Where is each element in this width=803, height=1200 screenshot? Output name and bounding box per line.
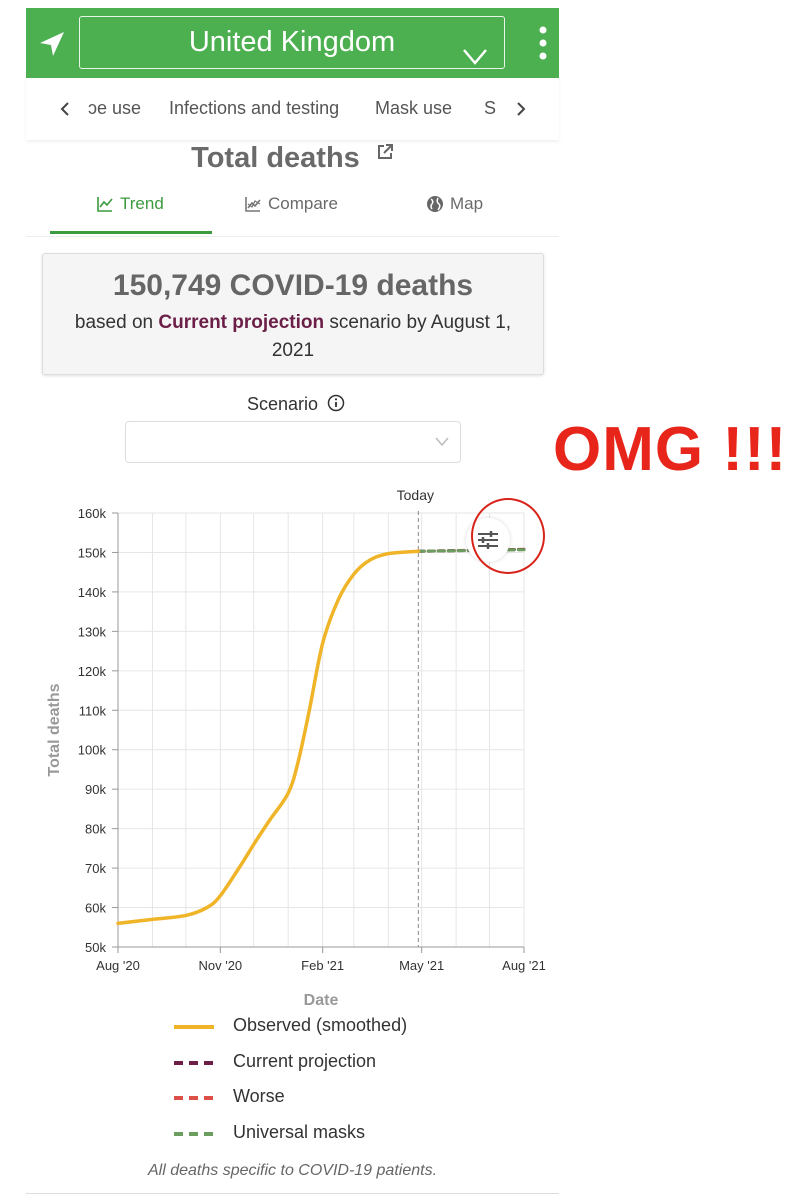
tab-infections-testing[interactable]: Infections and testing	[169, 98, 339, 119]
y-tick-label: 80k	[85, 822, 106, 837]
y-tick-label: 140k	[78, 585, 107, 600]
legend-item-current-projection[interactable]: Current projection	[174, 1047, 474, 1083]
y-tick-label: 130k	[78, 624, 107, 639]
y-tick-label: 110k	[79, 703, 107, 718]
total-deaths-chart: 50k 60k 70k 80k 90k 100k 110k 120k 130k 140k 150k 1…	[46, 487, 546, 1009]
page-title-text: Total deaths	[191, 142, 360, 174]
scenario-name: Current projection	[158, 312, 325, 333]
legend-label: Current projection	[233, 1051, 377, 1071]
highlight-circle	[471, 498, 545, 574]
summary-prefix: based on	[74, 312, 154, 333]
legend-swatch	[174, 1061, 214, 1065]
legend-item-universal-masks[interactable]: Universal masks	[174, 1118, 474, 1154]
chip-label: Worse	[255, 434, 299, 451]
x-tick-label: Aug '21	[502, 958, 546, 973]
info-icon[interactable]	[327, 394, 345, 412]
chip-label: Masks	[344, 434, 388, 451]
y-tick-label: 50k	[85, 940, 106, 955]
legend-item-worse[interactable]: Worse	[174, 1082, 474, 1118]
legend-item-observed[interactable]: Observed (smoothed)	[174, 1011, 474, 1047]
dropdown-chevron-icon[interactable]	[434, 434, 450, 448]
external-link-icon[interactable]	[376, 136, 394, 159]
summary-card: 150,749 COVID-19 deaths based on Current…	[42, 253, 544, 375]
scenario-label: Scenario	[26, 394, 566, 415]
tab-map-label: Map	[450, 194, 484, 213]
x-tick-label: Nov '20	[198, 958, 242, 973]
total-deaths-headline: 150,749 COVID-19 deaths	[112, 269, 474, 302]
chip-projection[interactable]: Projection ✕	[135, 430, 230, 456]
scenario-label-text: Scenario	[246, 394, 319, 414]
y-tick-label: 90k	[85, 782, 106, 797]
chip-masks[interactable]: Masks ✕	[338, 430, 410, 456]
remove-chip-icon[interactable]: ✕	[212, 434, 225, 451]
y-tick-label: 160k	[78, 506, 107, 521]
tab-trend-label: Trend	[120, 194, 164, 213]
compare-chart-icon	[245, 197, 261, 212]
remove-chip-icon[interactable]: ✕	[391, 434, 404, 451]
scenario-multiselect[interactable]: Projection ✕ Worse ✕ Masks ✕	[125, 421, 461, 463]
trend-icon	[97, 197, 113, 212]
divider	[26, 236, 559, 237]
more-vert-icon[interactable]	[537, 26, 549, 60]
omg-annotation: OMG !!!	[553, 415, 788, 484]
remove-chip-icon[interactable]: ✕	[302, 434, 315, 451]
tab-compare[interactable]: Compare	[244, 194, 338, 214]
legend-label: Observed (smoothed)	[233, 1015, 408, 1035]
divider	[26, 1193, 559, 1194]
chevron-down-icon	[462, 33, 488, 65]
x-tick-label: May '21	[399, 958, 444, 973]
x-axis-label: Date	[304, 992, 339, 1009]
y-axis-label: Total deaths	[46, 683, 63, 776]
tab-compare-label: Compare	[268, 194, 338, 213]
chevron-right-icon[interactable]	[514, 98, 528, 120]
globe-icon	[427, 196, 443, 212]
tab-mask-use[interactable]: Mask use	[375, 98, 452, 119]
x-tick-label: Aug '20	[96, 958, 140, 973]
page-title: Total deaths	[26, 136, 559, 175]
top-bar: United Kingdom	[26, 8, 559, 78]
today-label: Today	[397, 487, 434, 503]
tab-space-use[interactable]: ɔe use	[88, 98, 141, 119]
chip-worse[interactable]: Worse ✕	[249, 430, 321, 456]
tab-trend[interactable]: Trend	[96, 194, 164, 214]
legend-swatch	[174, 1096, 214, 1100]
navigation-arrow-icon[interactable]	[36, 28, 68, 60]
country-select[interactable]: United Kingdom	[79, 16, 505, 69]
y-tick-label: 70k	[85, 861, 106, 876]
legend-label: Worse	[233, 1086, 285, 1106]
chart-footnote: All deaths specific to COVID-19 patients…	[147, 1162, 438, 1179]
summary-description: based on Current projection scenario by …	[61, 309, 525, 365]
legend-swatch	[174, 1025, 214, 1029]
legend-label: Universal masks	[233, 1122, 366, 1142]
section-tabs: ɔe use Infections and testing Mask use S	[26, 78, 559, 140]
legend-swatch	[174, 1132, 214, 1136]
series-line-observed-smoothed	[116, 549, 421, 926]
chevron-left-icon[interactable]	[58, 98, 72, 120]
active-tab-indicator	[50, 231, 212, 234]
y-tick-label: 100k	[78, 743, 107, 758]
chip-label: Projection	[141, 434, 208, 451]
y-tick-label: 150k	[78, 545, 107, 560]
tab-next-partial[interactable]: S	[484, 98, 496, 119]
country-label: United Kingdom	[188, 26, 396, 58]
app-screen: United Kingdom ɔe use Infections and tes…	[26, 8, 559, 1200]
y-tick-label: 120k	[78, 664, 107, 679]
x-tick-label: Feb '21	[301, 958, 344, 973]
tab-map[interactable]: Map	[426, 194, 483, 214]
y-tick-label: 60k	[85, 901, 106, 916]
